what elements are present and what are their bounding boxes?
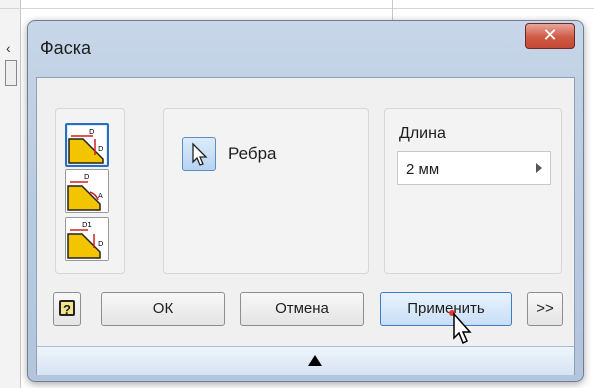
help-button[interactable]: ? (53, 292, 81, 326)
expand-panel-bar[interactable] (37, 346, 574, 375)
chamfer-mode-group: D D D A D1 D (55, 108, 125, 274)
length-value: 2 мм (406, 161, 440, 178)
mouse-cursor-icon (449, 310, 472, 345)
chamfer-distance-button[interactable]: D D (65, 123, 109, 167)
background-grid-line (0, 8, 594, 9)
edges-label: Ребра (228, 144, 277, 163)
chamfer-two-distances-icon: D1 D (66, 218, 108, 260)
svg-text:D: D (98, 240, 103, 248)
svg-text:D: D (89, 128, 94, 136)
svg-text:D: D (98, 145, 103, 153)
cursor-arrow-icon (192, 142, 208, 166)
dialog-content: D D D A D1 D Ребра Длина 2 мм ? ОК Отмен… (36, 77, 575, 375)
background-glyph: ‹ (6, 40, 11, 56)
edges-select-button[interactable] (182, 137, 216, 171)
svg-text:D: D (84, 173, 89, 181)
ok-button[interactable]: ОК (101, 292, 225, 326)
close-icon: ✕ (542, 25, 558, 46)
chamfer-distance-angle-button[interactable]: D A (65, 169, 109, 213)
length-group: Длина 2 мм (384, 108, 562, 274)
close-button[interactable]: ✕ (525, 23, 575, 49)
dialog-title: Фаска (40, 38, 91, 58)
expand-right-icon[interactable] (536, 163, 542, 173)
help-icon: ? (59, 300, 75, 317)
edges-group: Ребра (163, 108, 369, 274)
chamfer-distance-icon: D D (68, 126, 106, 164)
chamfer-two-distances-button[interactable]: D1 D (65, 217, 109, 261)
background-box (5, 60, 17, 86)
dialog-titlebar[interactable]: Фаска ✕ (28, 21, 583, 77)
more-options-button[interactable]: >> (527, 292, 563, 326)
background-side-panel: ‹ (0, 0, 21, 388)
length-input[interactable]: 2 мм (397, 151, 551, 185)
chamfer-distance-angle-icon: D A (66, 170, 108, 212)
cancel-button[interactable]: Отмена (240, 292, 364, 326)
svg-text:D1: D1 (82, 221, 92, 229)
svg-text:A: A (98, 192, 103, 200)
expand-up-icon (308, 355, 322, 366)
chamfer-dialog: Фаска ✕ D D D A D1 D Ребра Длина 2 мм ? … (27, 20, 584, 382)
length-label: Длина (399, 125, 446, 142)
